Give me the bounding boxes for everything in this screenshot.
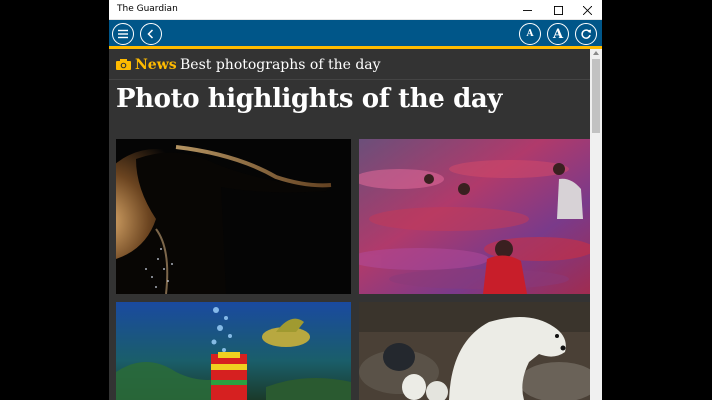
close-icon xyxy=(583,5,592,15)
menu-button[interactable] xyxy=(112,23,134,45)
section-header: News Best photographs of the day xyxy=(109,49,590,80)
minimize-icon xyxy=(523,9,532,11)
refresh-icon xyxy=(581,29,591,39)
horse-silhouette-photo[interactable] xyxy=(116,139,351,294)
camera-icon xyxy=(116,59,131,70)
small-text-icon: A xyxy=(526,28,534,39)
vertical-scrollbar[interactable] xyxy=(590,49,602,400)
polar-bears-photo[interactable] xyxy=(359,302,590,400)
maximize-button[interactable] xyxy=(544,0,573,20)
window-title: The Guardian xyxy=(117,4,178,14)
article-content[interactable]: News Best photographs of the day Photo h… xyxy=(109,49,590,400)
app-window: The Guardian A A News Best photographs o… xyxy=(109,0,602,400)
increase-text-size-button[interactable]: A xyxy=(547,23,569,45)
minimize-button[interactable] xyxy=(513,0,542,20)
title-bar: The Guardian xyxy=(109,0,602,20)
section-subtitle: Best photographs of the day xyxy=(180,57,381,73)
aquarium-lion-dance-photo[interactable] xyxy=(116,302,351,400)
app-toolbar: A A xyxy=(109,20,602,49)
back-button[interactable] xyxy=(140,23,162,45)
close-button[interactable] xyxy=(573,0,602,20)
scroll-up-arrow-icon[interactable] xyxy=(593,51,599,55)
large-text-icon: A xyxy=(552,26,564,42)
chevron-left-icon xyxy=(147,29,154,39)
section-label[interactable]: News xyxy=(135,57,177,73)
hamburger-menu-icon xyxy=(118,29,128,39)
scrollbar-thumb[interactable] xyxy=(592,59,600,133)
crowd-motion-blur-photo[interactable] xyxy=(359,139,590,294)
decrease-text-size-button[interactable]: A xyxy=(519,23,541,45)
maximize-icon xyxy=(554,5,563,15)
article-title: Photo highlights of the day xyxy=(116,84,503,114)
refresh-button[interactable] xyxy=(575,23,597,45)
